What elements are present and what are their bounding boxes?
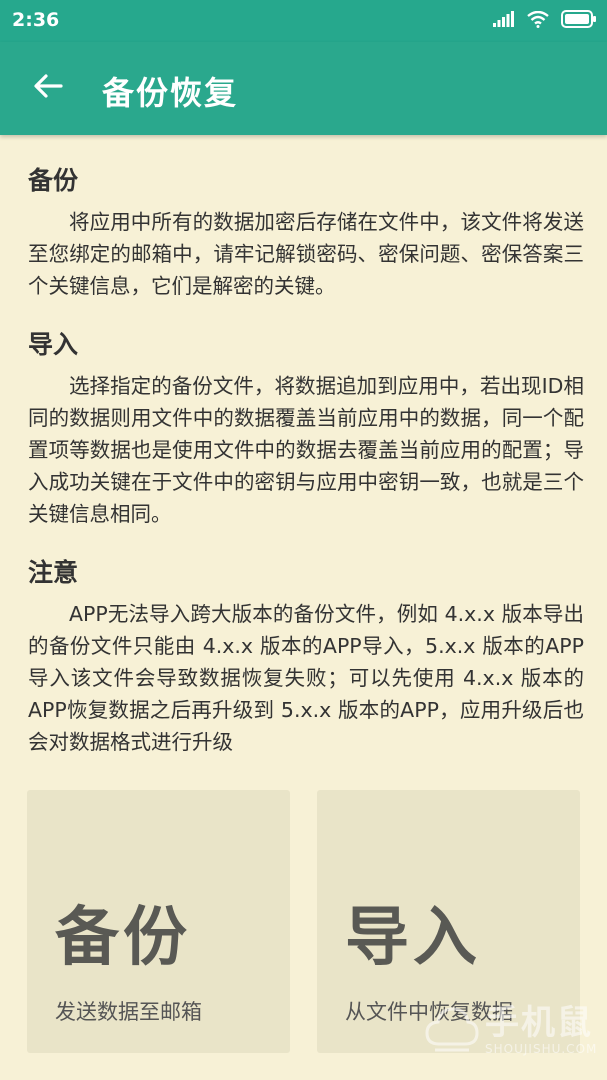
back-button[interactable] (24, 64, 72, 112)
status-bar: 2:36 (0, 0, 607, 42)
section-body: 将应用中所有的数据加密后存储在文件中，该文件将发送至您绑定的邮箱中，请牢记解锁密… (28, 210, 584, 298)
section-backup: 备份 将应用中所有的数据加密后存储在文件中，该文件将发送至您绑定的邮箱中，请牢记… (28, 160, 584, 302)
section-import: 导入 选择指定的备份文件，将数据追加到应用中，若出现ID相同的数据则用文件中的数… (28, 324, 584, 530)
info-scroll-area[interactable]: 备份 将应用中所有的数据加密后存储在文件中，该文件将发送至您绑定的邮箱中，请牢记… (28, 160, 584, 760)
status-icons (493, 10, 597, 32)
watermark-subtext: SHOUJISHU.COM (485, 1042, 598, 1056)
watermark-text-group: 手机鼠 SHOUJISHU.COM (485, 1004, 597, 1056)
backup-card-button[interactable]: 备份 发送数据至邮箱 (27, 790, 290, 1053)
watermark-text: 手机鼠 (485, 1003, 593, 1043)
backup-card-title: 备份 (55, 901, 191, 975)
signal-icon (493, 11, 515, 31)
section-heading: 注意 (28, 558, 79, 587)
app-bar: 备份恢复 (0, 42, 607, 135)
wifi-icon (527, 10, 549, 32)
battery-icon (561, 10, 597, 32)
section-body: APP无法导入跨大版本的备份文件，例如 4.x.x 版本导出的备份文件只能由 4… (28, 602, 584, 754)
cloud-logo-icon (425, 1004, 479, 1056)
watermark: 手机鼠 SHOUJISHU.COM (425, 990, 600, 1070)
section-heading: 导入 (28, 330, 79, 359)
status-time: 2:36 (12, 9, 60, 31)
page-title: 备份恢复 (102, 74, 239, 112)
section-note: 注意 APP无法导入跨大版本的备份文件，例如 4.x.x 版本导出的备份文件只能… (28, 552, 584, 758)
section-body: 选择指定的备份文件，将数据追加到应用中，若出现ID相同的数据则用文件中的数据覆盖… (28, 374, 584, 526)
backup-card-subtitle: 发送数据至邮箱 (55, 1000, 202, 1024)
section-heading: 备份 (28, 166, 79, 195)
arrow-left-icon (33, 73, 63, 103)
import-card-title: 导入 (345, 901, 481, 975)
